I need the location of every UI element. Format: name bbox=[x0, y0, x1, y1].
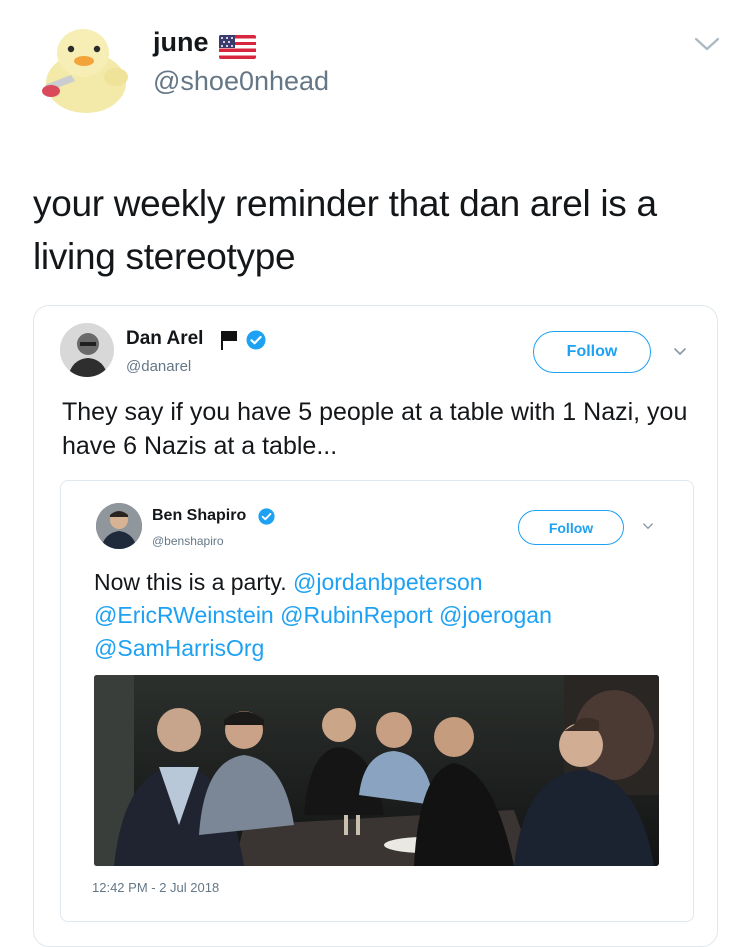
verified-badge-icon bbox=[246, 330, 266, 350]
avatar[interactable] bbox=[60, 323, 114, 377]
nested-tweet-text: Now this is a party. @jordanbpeterson @E… bbox=[94, 566, 674, 665]
user-handle[interactable]: @shoe0nhead bbox=[153, 66, 329, 97]
person-avatar-icon bbox=[60, 323, 114, 377]
us-flag-icon bbox=[219, 35, 256, 59]
user-handle[interactable]: @danarel bbox=[126, 358, 191, 375]
display-name[interactable]: Dan Arel bbox=[126, 328, 203, 350]
display-name[interactable]: Ben Shapiro bbox=[152, 507, 246, 525]
avatar[interactable] bbox=[96, 503, 142, 549]
group-photo-image bbox=[94, 675, 659, 866]
quoted-tweet-text: They say if you have 5 people at a table… bbox=[62, 398, 688, 460]
mention-link[interactable]: @jordanbpeterson bbox=[293, 569, 483, 595]
tweet-timestamp[interactable]: 12:42 PM - 2 Jul 2018 bbox=[92, 880, 219, 895]
chevron-down-icon[interactable] bbox=[642, 522, 654, 531]
user-handle[interactable]: @benshapiro bbox=[152, 534, 224, 548]
follow-button[interactable]: Follow bbox=[533, 331, 651, 373]
tweet-text: your weekly reminder that dan arel is a … bbox=[33, 183, 657, 277]
duck-avatar-icon bbox=[31, 15, 133, 117]
black-flag-icon bbox=[221, 331, 237, 350]
display-name[interactable]: june bbox=[153, 27, 209, 58]
mention-link[interactable]: @EricRWeinstein bbox=[94, 602, 274, 628]
verified-badge-icon bbox=[258, 508, 275, 525]
tweet-photo[interactable] bbox=[94, 675, 659, 866]
mention-link[interactable]: @SamHarrisOrg bbox=[94, 635, 264, 661]
tweet-text-plain: Now this is a party. bbox=[94, 569, 293, 595]
follow-button[interactable]: Follow bbox=[518, 510, 624, 545]
avatar[interactable] bbox=[31, 15, 133, 117]
mention-link[interactable]: @RubinReport bbox=[280, 602, 432, 628]
person-avatar-icon bbox=[96, 503, 142, 549]
chevron-down-icon[interactable] bbox=[694, 34, 720, 54]
chevron-down-icon[interactable] bbox=[673, 347, 687, 357]
mention-link[interactable]: @joerogan bbox=[439, 602, 552, 628]
